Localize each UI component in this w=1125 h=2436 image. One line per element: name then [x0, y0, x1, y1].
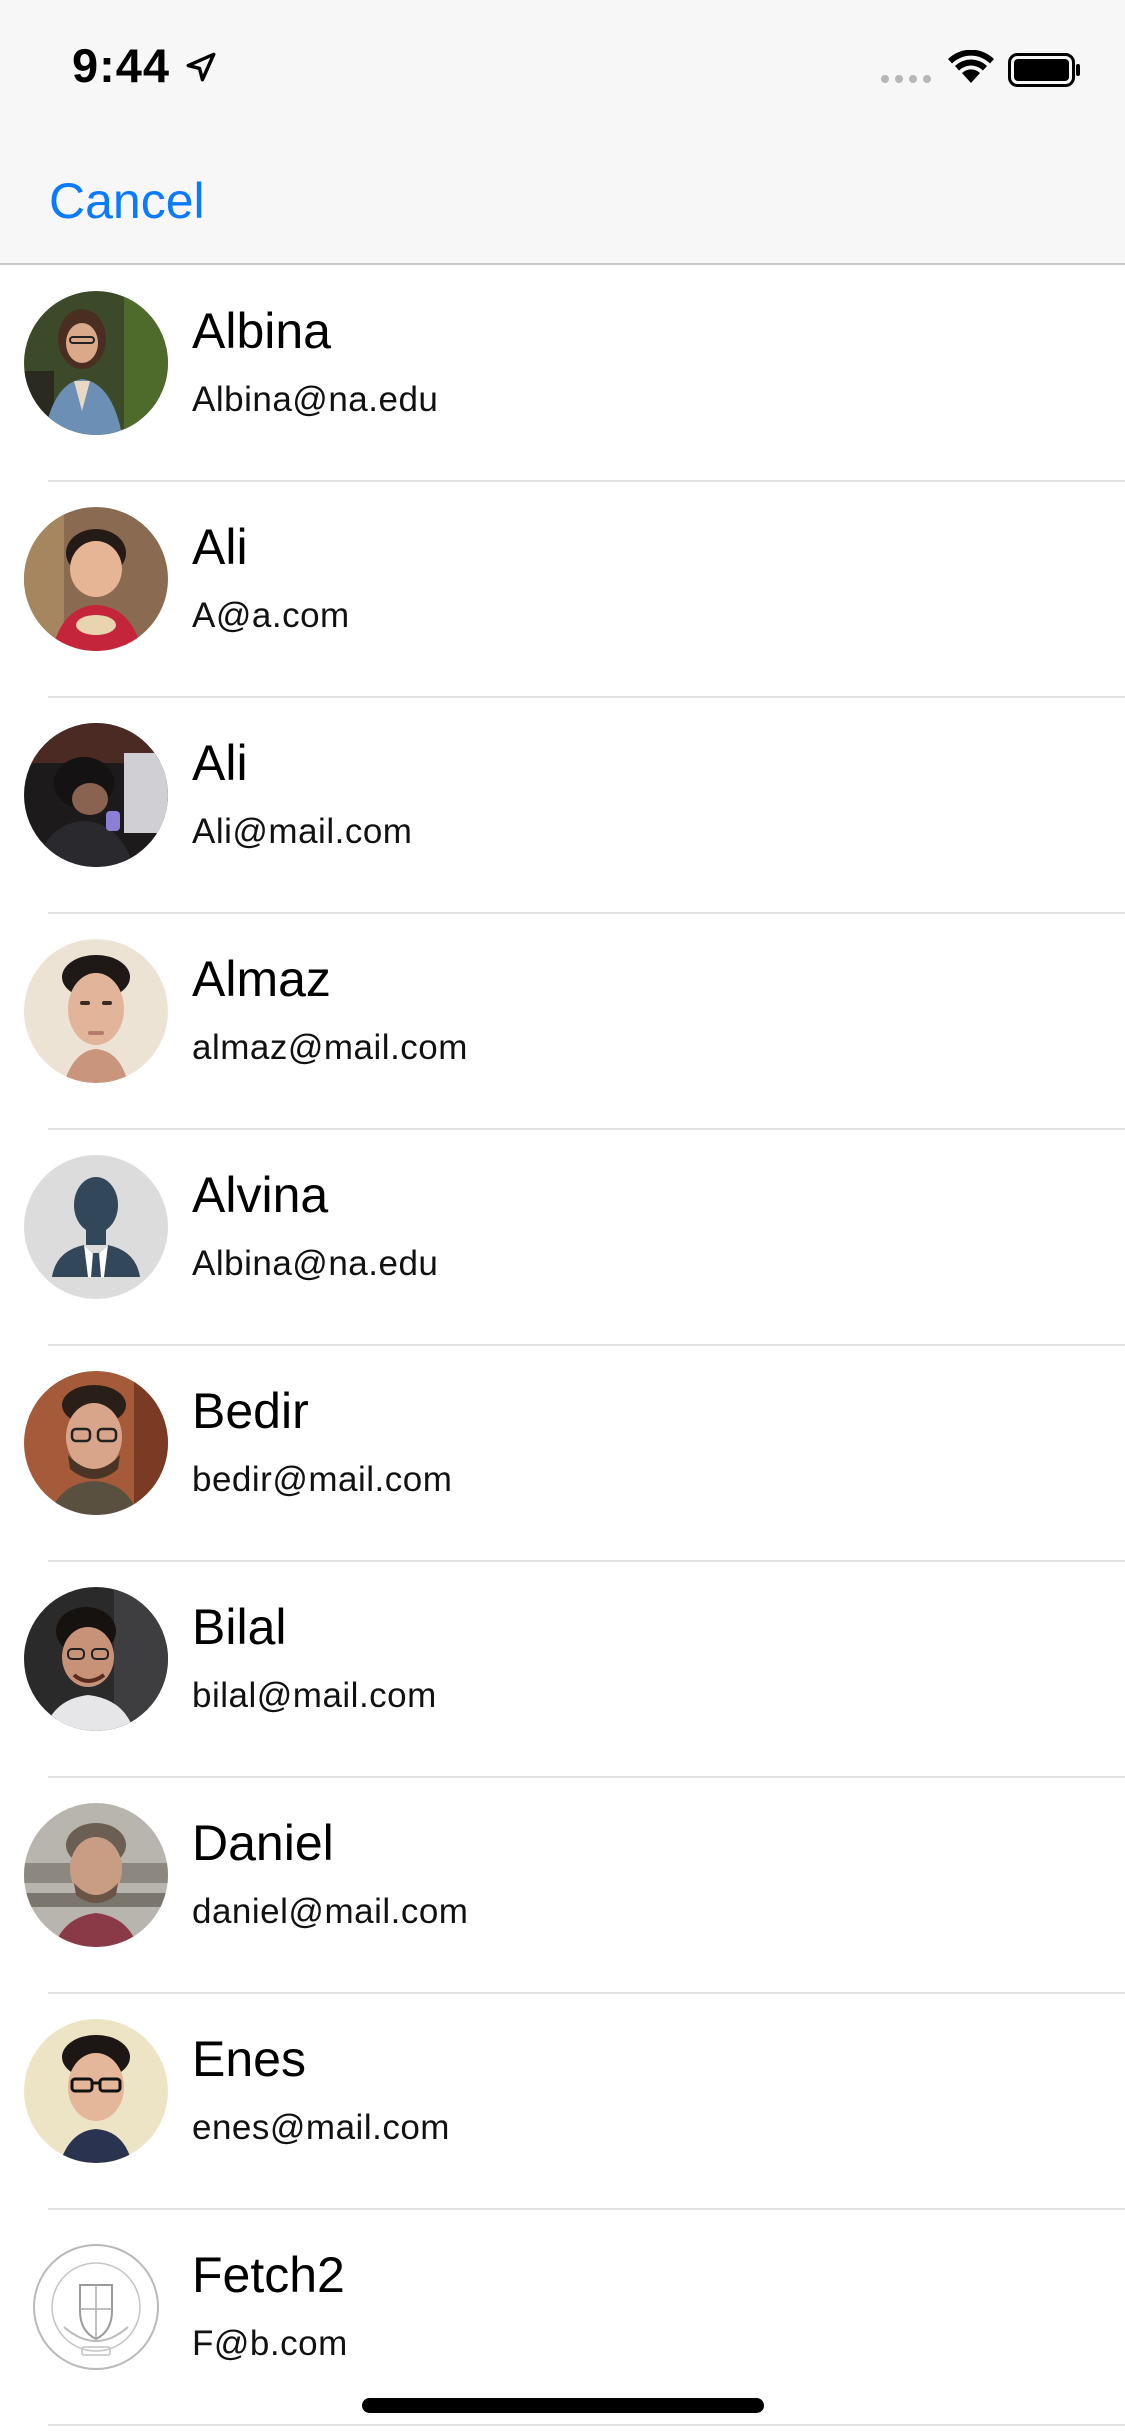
contact-email: Albina@na.edu: [192, 1244, 439, 1283]
contact-name: Alvina: [192, 1167, 329, 1223]
contact-row[interactable]: Ali Ali@mail.com: [0, 698, 1125, 914]
contact-row[interactable]: Almaz almaz@mail.com: [0, 914, 1125, 1130]
wifi-icon: [948, 50, 994, 83]
contact-email: enes@mail.com: [192, 2108, 450, 2147]
contact-email: Albina@na.edu: [192, 380, 439, 419]
avatar: [24, 291, 168, 435]
avatar: [24, 2235, 168, 2379]
navigation-bar: Cancel: [0, 132, 1125, 265]
contact-email: bilal@mail.com: [192, 1676, 437, 1715]
contact-row[interactable]: Ali A@a.com: [0, 482, 1125, 698]
contact-row[interactable]: Daniel daniel@mail.com: [0, 1778, 1125, 1994]
avatar: [24, 2019, 168, 2163]
home-indicator: [362, 2398, 764, 2413]
default-user-silhouette-icon: [24, 1155, 168, 1299]
university-seal-icon: [24, 2235, 168, 2379]
avatar: [24, 1803, 168, 1947]
contact-email: almaz@mail.com: [192, 1028, 468, 1067]
contact-name: Almaz: [192, 951, 331, 1007]
contact-row[interactable]: Fetch2 F@b.com: [0, 2210, 1125, 2426]
cancel-button[interactable]: Cancel: [49, 172, 205, 230]
avatar: [24, 1587, 168, 1731]
contact-name: Daniel: [192, 1815, 334, 1871]
location-arrow-icon: [186, 52, 216, 82]
contact-name: Ali: [192, 735, 248, 791]
avatar: [24, 1371, 168, 1515]
contact-row[interactable]: Bilal bilal@mail.com: [0, 1562, 1125, 1778]
status-time: 9:44: [72, 39, 171, 92]
contact-name: Fetch2: [192, 2247, 345, 2303]
contact-email: A@a.com: [192, 596, 350, 635]
contact-name: Bedir: [192, 1383, 309, 1439]
cellular-signal-icon: [881, 75, 931, 83]
avatar: [24, 723, 168, 867]
contact-email: Ali@mail.com: [192, 812, 413, 851]
contact-name: Enes: [192, 2031, 306, 2087]
avatar: [24, 1155, 168, 1299]
contact-email: bedir@mail.com: [192, 1460, 453, 1499]
status-bar: 9:44: [0, 0, 1125, 132]
contact-row[interactable]: Enes enes@mail.com: [0, 1994, 1125, 2210]
contact-row[interactable]: Alvina Albina@na.edu: [0, 1130, 1125, 1346]
avatar: [24, 507, 168, 651]
contact-list: Albina Albina@na.edu Ali A@a.com Ali Ali…: [0, 266, 1125, 2426]
contact-email: F@b.com: [192, 2324, 348, 2363]
contact-name: Albina: [192, 303, 331, 359]
contact-row[interactable]: Albina Albina@na.edu: [0, 266, 1125, 482]
contact-email: daniel@mail.com: [192, 1892, 469, 1931]
battery-icon: [1008, 53, 1080, 87]
avatar: [24, 939, 168, 1083]
contact-name: Bilal: [192, 1599, 287, 1655]
contact-name: Ali: [192, 519, 248, 575]
contact-row[interactable]: Bedir bedir@mail.com: [0, 1346, 1125, 1562]
